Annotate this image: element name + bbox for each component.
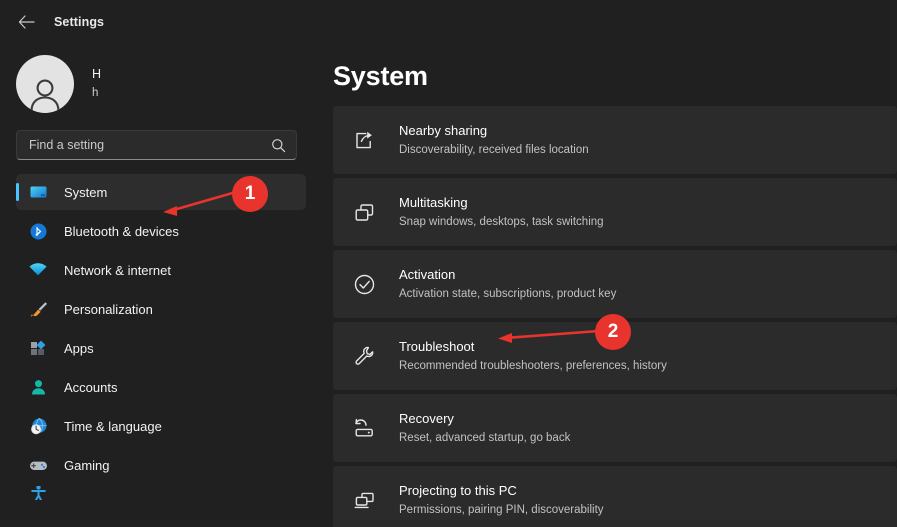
sidebar-item-label: Accounts <box>64 380 117 395</box>
settings-card-troubleshoot[interactable]: Troubleshoot Recommended troubleshooters… <box>333 322 897 390</box>
profile-subtitle: h <box>92 84 101 103</box>
main-content: System Nearby sharing Discoverability, r… <box>320 44 897 527</box>
sidebar-item-apps[interactable]: Apps <box>16 330 306 366</box>
settings-window: Settings H h <box>0 0 897 527</box>
card-subtitle: Discoverability, received files location <box>399 141 589 159</box>
card-subtitle: Activation state, subscriptions, product… <box>399 285 616 303</box>
check-circle-icon <box>351 271 377 297</box>
sidebar-item-label: Bluetooth & devices <box>64 224 179 239</box>
person-icon <box>28 377 48 397</box>
card-subtitle: Recommended troubleshooters, preferences… <box>399 357 667 375</box>
wifi-icon <box>28 260 48 280</box>
multitasking-windows-icon <box>351 199 377 225</box>
settings-card-multitasking[interactable]: Multitasking Snap windows, desktops, tas… <box>333 178 897 246</box>
card-subtitle: Permissions, pairing PIN, discoverabilit… <box>399 501 604 519</box>
sidebar-item-system[interactable]: System <box>16 174 306 210</box>
settings-card-projecting-to-this-pc[interactable]: Projecting to this PC Permissions, pairi… <box>333 466 897 527</box>
search-box[interactable] <box>16 130 297 160</box>
sidebar-item-label: Personalization <box>64 302 153 317</box>
sidebar-item-gaming[interactable]: Gaming <box>16 447 306 483</box>
sidebar-item-label: Apps <box>64 341 94 356</box>
page-title: System <box>333 61 897 92</box>
card-title: Nearby sharing <box>399 121 589 140</box>
card-text: Projecting to this PC Permissions, pairi… <box>399 481 604 519</box>
settings-card-nearby-sharing[interactable]: Nearby sharing Discoverability, received… <box>333 106 897 174</box>
card-title: Activation <box>399 265 616 284</box>
back-button[interactable] <box>10 6 42 38</box>
card-title: Troubleshoot <box>399 337 667 356</box>
wrench-icon <box>351 343 377 369</box>
sidebar-item-network-internet[interactable]: Network & internet <box>16 252 306 288</box>
card-title: Recovery <box>399 409 570 428</box>
gamepad-icon <box>28 455 48 475</box>
sidebar-item-label: Time & language <box>64 419 162 434</box>
profile-text: H h <box>92 61 101 107</box>
share-icon <box>351 127 377 153</box>
sidebar-item-accessibility[interactable] <box>16 486 306 500</box>
sidebar: H h <box>0 44 320 527</box>
sidebar-item-label: Network & internet <box>64 263 171 278</box>
card-text: Activation Activation state, subscriptio… <box>399 265 616 303</box>
card-text: Troubleshoot Recommended troubleshooters… <box>399 337 667 375</box>
sidebar-item-label: Gaming <box>64 458 110 473</box>
sidebar-item-time-language[interactable]: Time & language <box>16 408 306 444</box>
card-subtitle: Reset, advanced startup, go back <box>399 429 570 447</box>
sidebar-nav: System Bluetooth & devices <box>0 174 320 500</box>
user-profile[interactable]: H h <box>16 50 320 118</box>
apps-grid-icon <box>28 338 48 358</box>
sidebar-item-bluetooth-devices[interactable]: Bluetooth & devices <box>16 213 306 249</box>
card-text: Recovery Reset, advanced startup, go bac… <box>399 409 570 447</box>
settings-card-recovery[interactable]: Recovery Reset, advanced startup, go bac… <box>333 394 897 462</box>
sidebar-item-accounts[interactable]: Accounts <box>16 369 306 405</box>
back-arrow-icon <box>18 15 35 29</box>
settings-card-list: Nearby sharing Discoverability, received… <box>320 106 897 527</box>
card-text: Nearby sharing Discoverability, received… <box>399 121 589 159</box>
sidebar-item-personalization[interactable]: Personalization <box>16 291 306 327</box>
bluetooth-icon <box>28 221 48 241</box>
app-title: Settings <box>54 15 104 29</box>
dual-monitor-icon <box>351 487 377 513</box>
avatar <box>16 55 74 113</box>
title-bar: Settings <box>0 0 897 44</box>
globe-clock-icon <box>28 416 48 436</box>
person-avatar-icon <box>25 74 65 113</box>
card-title: Projecting to this PC <box>399 481 604 500</box>
card-title: Multitasking <box>399 193 604 212</box>
recovery-reset-icon <box>351 415 377 441</box>
search-icon[interactable] <box>271 138 286 153</box>
profile-name: H <box>92 65 101 84</box>
search-input[interactable] <box>29 138 271 152</box>
paintbrush-icon <box>28 299 48 319</box>
monitor-icon <box>28 182 48 202</box>
settings-card-activation[interactable]: Activation Activation state, subscriptio… <box>333 250 897 318</box>
card-text: Multitasking Snap windows, desktops, tas… <box>399 193 604 231</box>
sidebar-item-label: System <box>64 185 107 200</box>
accessibility-icon <box>28 486 48 500</box>
card-subtitle: Snap windows, desktops, task switching <box>399 213 604 231</box>
